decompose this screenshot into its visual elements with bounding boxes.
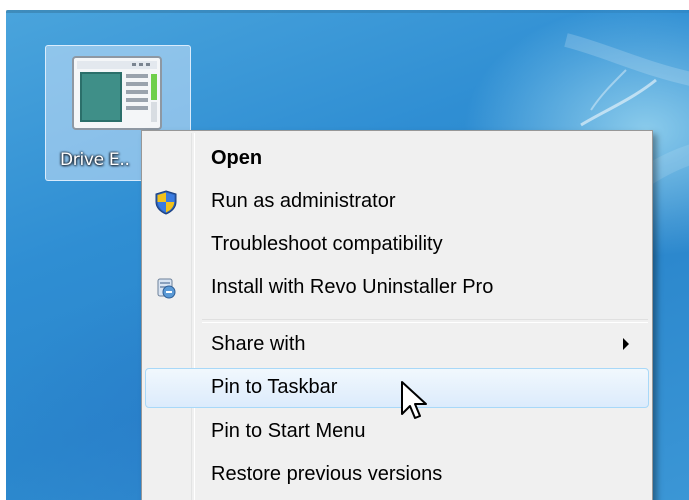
menu-item-label: Install with Revo Uninstaller Pro [211, 276, 494, 298]
revo-uninstaller-icon [157, 278, 176, 299]
mouse-pointer-icon [401, 381, 427, 419]
menu-separator [202, 319, 648, 323]
menu-item-pin-to-taskbar[interactable]: Pin to Taskbar [145, 368, 649, 408]
menu-item-label: Run as administrator [211, 190, 396, 212]
submenu-arrow-icon [623, 338, 629, 350]
screen: Drive E.. Open Run as administrator Trou… [0, 0, 689, 500]
menu-item-label: Open [211, 147, 263, 169]
menu-item-restore-previous-versions[interactable]: Restore previous versions [145, 455, 649, 495]
application-window-icon [72, 56, 162, 130]
desktop-shortcut-label: Drive E.. [60, 150, 130, 170]
menu-item-install-with-revo[interactable]: Install with Revo Uninstaller Pro [145, 268, 649, 308]
context-menu: Open Run as administrator Troubleshoot c… [141, 130, 653, 500]
uac-shield-icon [155, 190, 177, 215]
menu-item-run-as-administrator[interactable]: Run as administrator [145, 182, 649, 222]
menu-item-open[interactable]: Open [145, 139, 649, 179]
menu-item-label: Pin to Taskbar [211, 376, 338, 398]
menu-item-label: Troubleshoot compatibility [211, 233, 443, 255]
menu-item-share-with[interactable]: Share with [145, 325, 649, 365]
menu-item-label: Share with [211, 333, 306, 355]
menu-item-label: Pin to Start Menu [211, 420, 366, 442]
menu-item-troubleshoot-compatibility[interactable]: Troubleshoot compatibility [145, 225, 649, 265]
menu-item-pin-to-start-menu[interactable]: Pin to Start Menu [145, 412, 649, 452]
menu-item-label: Restore previous versions [211, 463, 443, 485]
